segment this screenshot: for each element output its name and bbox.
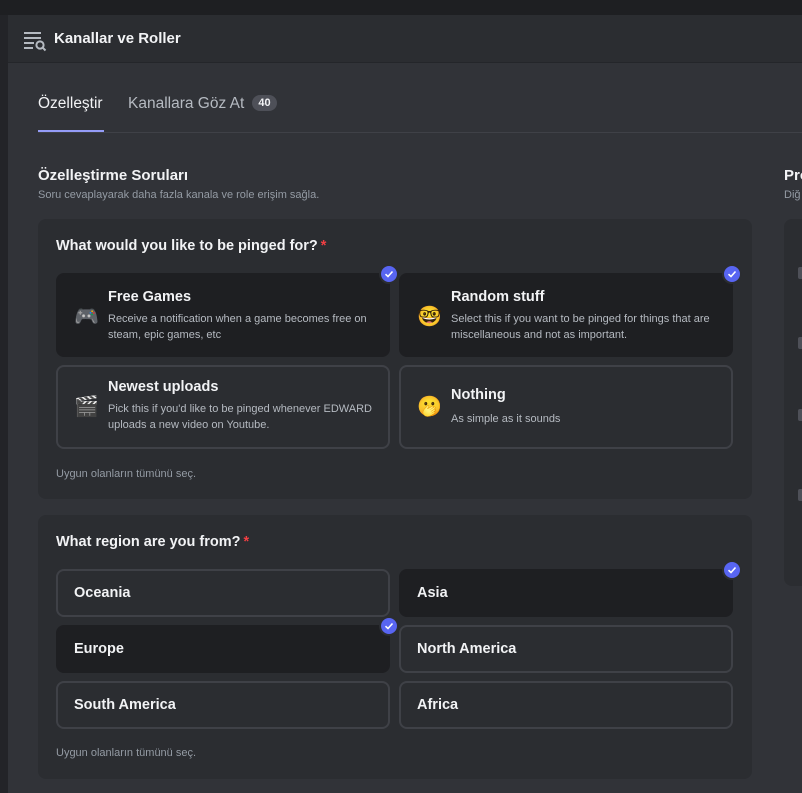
required-marker: * (243, 534, 250, 550)
checkmark-icon (722, 560, 742, 580)
option-description: Select this if you want to be pinged for… (451, 313, 710, 341)
tab-bar: Özelleştir Kanallara Göz At 40 (8, 77, 802, 133)
option-label: Europe (74, 641, 124, 657)
checkmark-icon (379, 616, 399, 636)
tab-divider (38, 132, 802, 133)
option-label: Oceania (74, 585, 131, 601)
right-panel-fragment (798, 267, 802, 279)
question-text: What would you like to be pinged for? (56, 238, 318, 254)
face-hand-over-mouth-icon: 🫢 (417, 396, 442, 418)
right-panel-fragment (798, 489, 802, 501)
server-sidebar-edge (0, 15, 8, 793)
option-label: South America (74, 697, 176, 713)
select-all-hint: Uygun olanların tümünü seç. (56, 747, 197, 759)
option-description: Receive a notification when a game becom… (108, 313, 367, 341)
option-label: Africa (417, 697, 459, 713)
clapper-board-icon: 🎬 (74, 396, 99, 418)
section-title: Özelleştirme Soruları (38, 167, 189, 184)
question-card-ping: What would you like to be pinged for? * 🎮… (38, 219, 752, 499)
question-title: What would you like to be pinged for? * (56, 238, 326, 254)
channel-count-badge: 40 (252, 95, 277, 111)
required-marker: * (320, 238, 327, 254)
right-section-subtitle: Diğ (784, 189, 801, 201)
main-content: Kanallar ve Roller Özelleştir Kanallara … (8, 15, 802, 793)
option-free-games[interactable]: 🎮 Free Games Receive a notification when… (56, 273, 390, 357)
channels-browse-icon (24, 32, 47, 52)
right-panel (784, 219, 802, 586)
right-panel-fragment (798, 409, 802, 421)
option-description: Pick this if you'd like to be pinged whe… (108, 403, 372, 431)
option-random-stuff[interactable]: 🤓 Random stuff Select this if you want t… (399, 273, 733, 357)
option-africa[interactable]: Africa (399, 681, 733, 729)
select-all-hint: Uygun olanların tümünü seç. (56, 468, 197, 480)
option-europe[interactable]: Europe (56, 625, 390, 673)
page-title: Kanallar ve Roller (54, 30, 181, 47)
question-text: What region are you from? (56, 534, 241, 550)
right-section-title: Pro (784, 167, 802, 184)
option-nothing[interactable]: 🫢 Nothing As simple as it sounds (399, 365, 733, 449)
game-controller-icon: 🎮 (74, 306, 99, 328)
option-title: Newest uploads (108, 379, 219, 395)
question-title: What region are you from? * (56, 534, 249, 550)
tab-customize[interactable]: Özelleştir (38, 95, 103, 113)
option-title: Nothing (451, 387, 506, 403)
checkmark-icon (379, 264, 399, 284)
header-bar: Kanallar ve Roller (8, 15, 802, 62)
option-north-america[interactable]: North America (399, 625, 733, 673)
option-oceania[interactable]: Oceania (56, 569, 390, 617)
option-newest-uploads[interactable]: 🎬 Newest uploads Pick this if you'd like… (56, 365, 390, 449)
option-south-america[interactable]: South America (56, 681, 390, 729)
window-top-strip (0, 0, 802, 15)
tab-browse-channels[interactable]: Kanallara Göz At 40 (128, 95, 277, 113)
question-card-region: What region are you from? * Oceania Asia … (38, 515, 752, 779)
nerd-face-icon: 🤓 (417, 306, 442, 328)
option-title: Free Games (108, 289, 192, 305)
right-panel-fragment (798, 337, 802, 349)
checkmark-icon (722, 264, 742, 284)
option-description: As simple as it sounds (451, 413, 561, 425)
option-label: Asia (417, 585, 448, 601)
option-title: Random stuff (451, 289, 545, 305)
option-label: North America (417, 641, 517, 657)
tab-browse-channels-label: Kanallara Göz At (128, 95, 245, 112)
section-subtitle: Soru cevaplayarak daha fazla kanala ve r… (38, 189, 320, 201)
option-asia[interactable]: Asia (399, 569, 733, 617)
